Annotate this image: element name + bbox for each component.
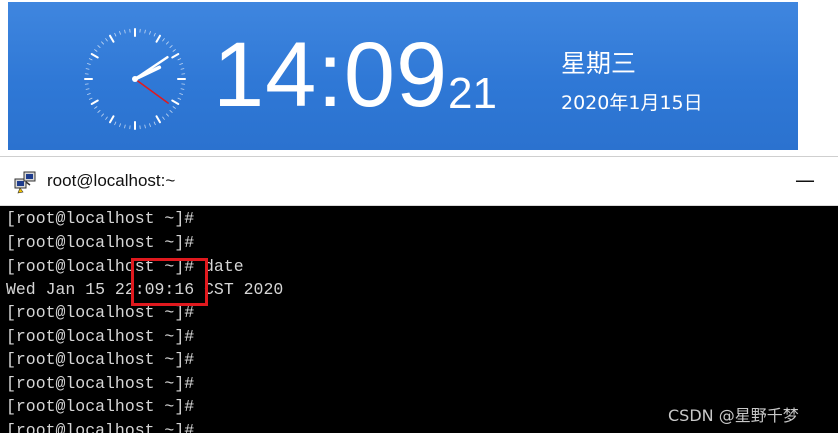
clock-second-hand — [135, 79, 168, 103]
clock-minute-tick — [120, 31, 121, 34]
clock-minute-tick — [163, 117, 165, 119]
clock-minute-tick — [95, 107, 97, 109]
clock-minute-tick — [106, 117, 108, 119]
digital-time: 14:09 — [213, 20, 448, 130]
clock-minute-tick — [87, 94, 90, 95]
clock-minute-tick — [145, 30, 146, 33]
clock-minute-tick — [150, 31, 151, 34]
clock-minute-hand — [135, 57, 167, 79]
clock-minute-tick — [170, 46, 172, 48]
terminal-line: [root@localhost ~]# — [6, 232, 194, 256]
terminal-line: [root@localhost ~]# — [6, 396, 194, 420]
clock-hour-tick — [110, 116, 114, 122]
clock-hour-tick — [157, 116, 161, 122]
terminal-line: [root@localhost ~]# — [6, 326, 194, 350]
clock-minute-tick — [86, 89, 89, 90]
clock-minute-tick — [115, 122, 116, 125]
clock-minute-tick — [145, 125, 146, 128]
minimize-button[interactable]: — — [790, 165, 820, 195]
clock-minute-tick — [154, 33, 155, 36]
clock-minute-tick — [120, 124, 121, 127]
clock-minute-tick — [125, 125, 126, 128]
clock-minute-tick — [98, 46, 100, 48]
watermark: CSDN @星野千梦 — [668, 402, 799, 426]
terminal-line: [root@localhost ~]# — [6, 420, 194, 433]
analog-clock-face — [80, 24, 190, 134]
time-highlight-box — [131, 258, 208, 306]
clock-minute-tick — [95, 50, 97, 52]
clock-minute-tick — [154, 122, 155, 125]
clock-minute-tick — [87, 64, 90, 65]
clock-minute-tick — [180, 64, 183, 65]
terminal-window[interactable]: root@localhost:~ — [root@localhost ~]# [… — [0, 156, 838, 433]
clock-minute-tick — [181, 89, 184, 90]
clock-minute-tick — [181, 69, 184, 70]
digital-seconds: 21 — [448, 68, 497, 120]
clock-minute-tick — [170, 110, 172, 112]
terminal-line: [root@localhost ~]# — [6, 373, 194, 397]
clock-minute-tick — [163, 39, 165, 41]
clock-hour-tick — [172, 101, 178, 105]
clock-hour-tick — [157, 36, 161, 42]
clock-minute-tick — [150, 124, 151, 127]
terminal-title-bar[interactable]: root@localhost:~ — — [0, 157, 838, 206]
clock-minute-tick — [89, 59, 92, 60]
clock-hour-tick — [92, 101, 98, 105]
clock-minute-tick — [166, 42, 168, 44]
clock-minute-tick — [98, 110, 100, 112]
window-title: root@localhost:~ — [47, 171, 175, 191]
clock-minute-tick — [89, 98, 92, 99]
terminal-output[interactable]: [root@localhost ~]# [root@localhost ~]# … — [0, 206, 838, 433]
clock-minute-tick — [86, 69, 89, 70]
clock-minute-tick — [178, 98, 181, 99]
clock-minute-tick — [115, 33, 116, 36]
clock-minute-tick — [106, 39, 108, 41]
clock-hour-tick — [92, 54, 98, 58]
clock-minute-tick — [178, 59, 181, 60]
terminal-line: [root@localhost ~]# — [6, 208, 194, 232]
clock-minute-tick — [166, 114, 168, 116]
date-label: 2020年1月15日 — [561, 88, 703, 115]
clock-minute-tick — [102, 114, 104, 116]
clock-minute-tick — [173, 107, 175, 109]
clock-center-dot — [132, 76, 138, 82]
clock-hour-tick — [172, 54, 178, 58]
clock-minute-tick — [180, 94, 183, 95]
clock-widget: 14:09 21 星期三 2020年1月15日 — [8, 2, 798, 150]
terminal-line: [root@localhost ~]# — [6, 349, 194, 373]
clock-hour-tick — [110, 36, 114, 42]
clock-minute-tick — [173, 50, 175, 52]
clock-minute-tick — [125, 30, 126, 33]
weekday-label: 星期三 — [561, 44, 636, 80]
putty-icon — [14, 170, 38, 194]
clock-minute-tick — [102, 42, 104, 44]
